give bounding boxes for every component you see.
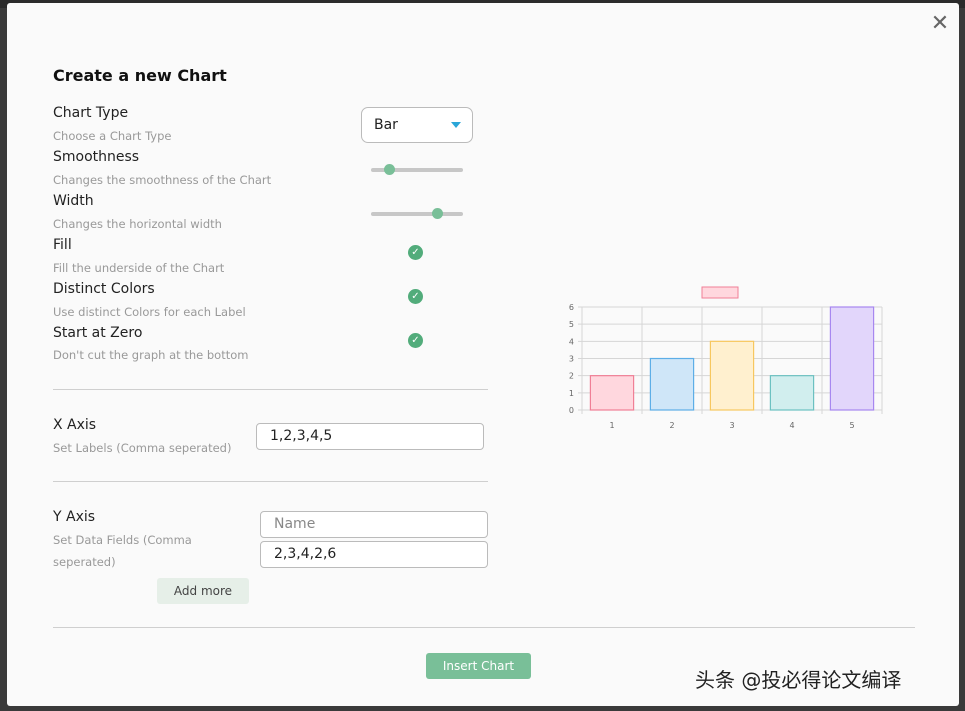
width-label: Width bbox=[53, 193, 94, 209]
y-tick-label: 2 bbox=[569, 372, 574, 381]
fill-description: Fill the underside of the Chart bbox=[53, 261, 225, 275]
add-more-button[interactable]: Add more bbox=[157, 578, 249, 604]
bar bbox=[649, 357, 695, 411]
fill-checkbox[interactable]: ✓ bbox=[408, 245, 423, 260]
smoothness-slider-handle[interactable] bbox=[383, 164, 395, 175]
divider bbox=[53, 389, 488, 390]
series-name-input[interactable]: Name bbox=[260, 511, 488, 538]
bar bbox=[709, 340, 755, 411]
chart-preview: 0 1 2 3 4 5 6 1 2 3 4 5 bbox=[569, 286, 883, 430]
y-tick-label: 1 bbox=[569, 389, 574, 398]
x-axis-label: X Axis bbox=[53, 417, 97, 433]
chevron-down-icon bbox=[451, 122, 461, 128]
create-chart-dialog: ✕ Create a new Chart Chart Type Choose a… bbox=[7, 3, 959, 706]
y-axis-label: Y Axis bbox=[53, 509, 96, 525]
smoothness-description: Changes the smoothness of the Chart bbox=[53, 173, 272, 187]
x-tick-label: 2 bbox=[669, 421, 674, 430]
series-data-input[interactable]: 2,3,4,2,6 bbox=[260, 541, 488, 568]
start-at-zero-description: Don't cut the graph at the bottom bbox=[53, 348, 249, 362]
bar bbox=[829, 306, 875, 411]
x-tick-label: 1 bbox=[609, 421, 614, 430]
divider bbox=[53, 481, 488, 482]
width-description: Changes the horizontal width bbox=[53, 217, 222, 231]
chart-type-select[interactable]: Bar bbox=[361, 107, 473, 143]
x-tick-label: 4 bbox=[789, 421, 794, 430]
x-axis-labels-input[interactable]: 1,2,3,4,5 bbox=[256, 423, 484, 450]
y-axis-description: Set Data Fields (Comma bbox=[53, 533, 192, 547]
watermark: 头条 @投必得论文编译 bbox=[695, 668, 902, 692]
x-tick-label: 3 bbox=[729, 421, 734, 430]
y-tick-label: 0 bbox=[569, 406, 574, 415]
smoothness-label: Smoothness bbox=[53, 149, 140, 165]
start-at-zero-label: Start at Zero bbox=[53, 325, 143, 341]
width-slider[interactable] bbox=[371, 208, 463, 219]
width-slider-handle[interactable] bbox=[431, 208, 443, 219]
chart-type-description: Choose a Chart Type bbox=[53, 129, 172, 143]
distinct-colors-label: Distinct Colors bbox=[53, 281, 155, 297]
x-tick-label: 5 bbox=[849, 421, 854, 430]
y-tick-label: 6 bbox=[569, 303, 574, 312]
dialog-title: Create a new Chart bbox=[53, 66, 227, 85]
insert-chart-button[interactable]: Insert Chart bbox=[426, 653, 531, 679]
chart-type-value: Bar bbox=[374, 117, 398, 133]
divider bbox=[53, 627, 915, 628]
fill-label: Fill bbox=[53, 237, 72, 253]
distinct-colors-description: Use distinct Colors for each Label bbox=[53, 305, 246, 319]
y-tick-label: 5 bbox=[569, 320, 574, 329]
y-axis-description-cont: seperated) bbox=[53, 555, 116, 569]
start-at-zero-checkbox[interactable]: ✓ bbox=[408, 333, 423, 348]
smoothness-slider[interactable] bbox=[371, 164, 463, 175]
bar bbox=[589, 375, 635, 411]
bar bbox=[769, 375, 815, 411]
chart-type-label: Chart Type bbox=[53, 105, 129, 121]
distinct-colors-checkbox[interactable]: ✓ bbox=[408, 289, 423, 304]
y-tick-label: 4 bbox=[569, 337, 574, 346]
y-tick-label: 3 bbox=[569, 355, 574, 364]
legend-swatch bbox=[701, 286, 739, 299]
x-axis-description: Set Labels (Comma seperated) bbox=[53, 441, 232, 455]
close-icon[interactable]: ✕ bbox=[929, 13, 951, 35]
